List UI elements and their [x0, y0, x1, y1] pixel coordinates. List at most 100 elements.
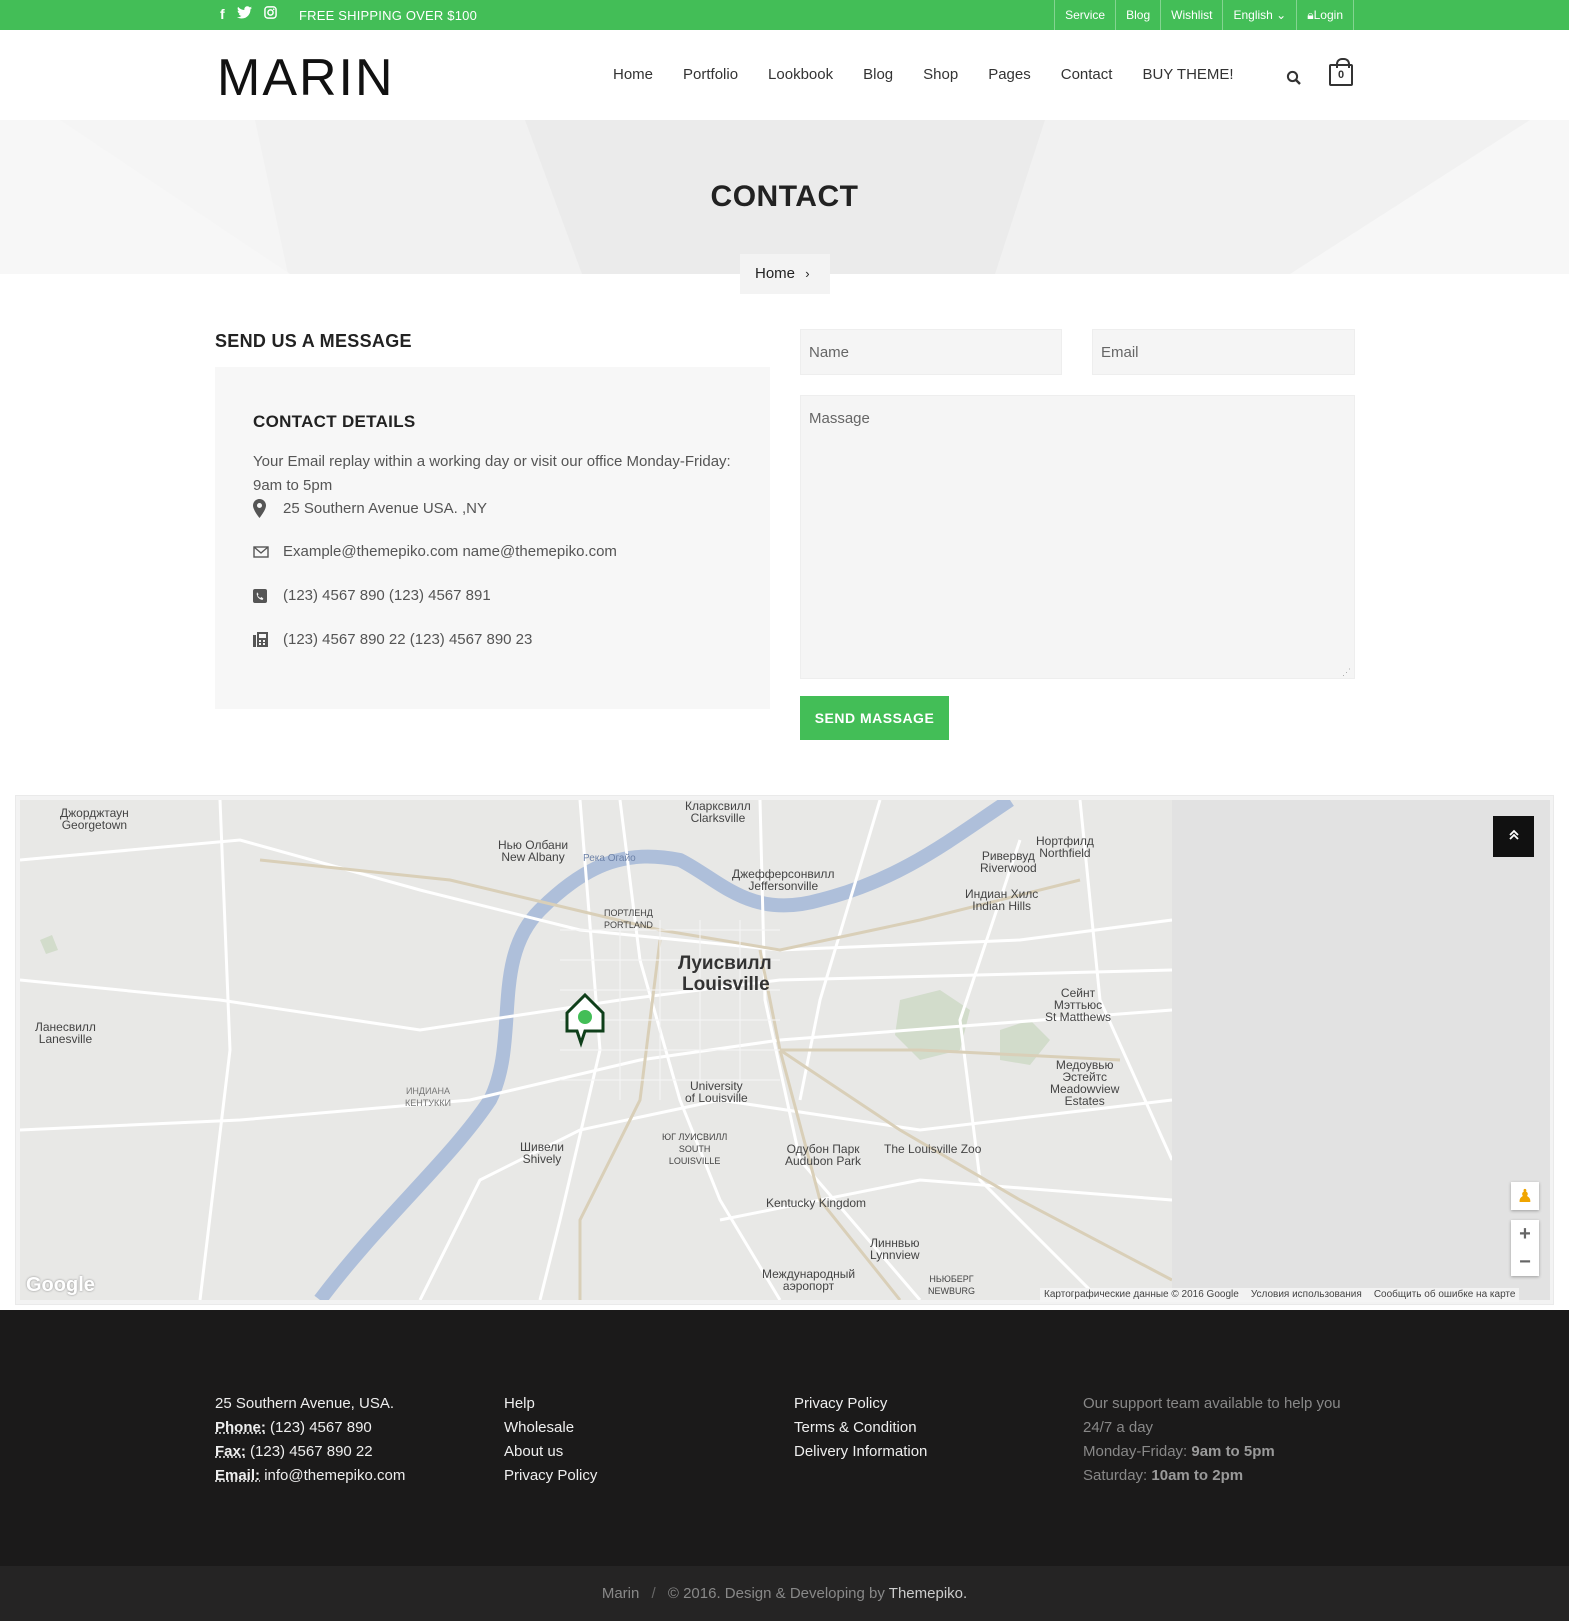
facebook-icon[interactable]: f [220, 6, 225, 22]
contact-details-box: CONTACT DETAILS Your Email replay within… [215, 367, 770, 709]
map-label-riverwood: Ривервуд Riverwood [980, 849, 1037, 875]
weekday-hours: 9am to 5pm [1191, 1443, 1275, 1460]
language-label: English [1233, 8, 1273, 22]
instagram-icon[interactable] [263, 6, 277, 22]
site-header: MARIN Home Portfolio Lookbook Blog Shop … [0, 30, 1569, 120]
map-label-clarksville: Кларксвилл Clarksville [685, 800, 751, 825]
weekday-label: Monday-Friday: [1083, 1443, 1188, 1460]
send-message-button[interactable]: SEND MASSAGE [800, 696, 949, 740]
social-links: f [220, 6, 277, 22]
map-label-northfield: Нортфилд Northfield [1036, 834, 1094, 860]
map-label-newburg: НЬЮБЕРГ NEWBURG [928, 1274, 975, 1296]
footer-link-terms[interactable]: Terms & Condition [794, 1416, 927, 1440]
map-data-credit: Картографические данные © 2016 Google [1044, 1289, 1239, 1300]
map-attribution: Картографические данные © 2016 Google Ус… [1040, 1288, 1520, 1302]
map-label-shively: Шивели Shively [520, 1140, 564, 1166]
map-label-louisville-ru: Луисвилл [678, 953, 772, 974]
nav-buy-theme[interactable]: BUY THEME! [1142, 66, 1233, 83]
back-to-top-button[interactable] [1493, 816, 1534, 857]
street-view-pegman-icon[interactable]: ♟ [1511, 1182, 1539, 1210]
footer-phone-row: Phone: (123) 4567 890 [215, 1416, 405, 1440]
footer-link-privacy[interactable]: Privacy Policy [504, 1464, 597, 1488]
footer-link-privacy-policy[interactable]: Privacy Policy [794, 1392, 927, 1416]
copyright-separator: / [651, 1585, 656, 1602]
saturday-hours: 10am to 2pm [1151, 1467, 1244, 1484]
search-icon[interactable] [1286, 70, 1302, 91]
map-terms-link[interactable]: Условия использования [1251, 1289, 1362, 1301]
nav-pages[interactable]: Pages [988, 66, 1031, 83]
nav-lookbook[interactable]: Lookbook [768, 66, 833, 83]
twitter-icon[interactable] [236, 6, 252, 22]
top-link-wishlist[interactable]: Wishlist [1160, 0, 1222, 30]
footer-fax: (123) 4567 890 22 [250, 1443, 373, 1460]
footer-phone-label: Phone: [215, 1419, 266, 1436]
footer-email-label: Email: [215, 1467, 261, 1484]
fax-icon [253, 632, 283, 647]
send-message-title: SEND US A MESSAGE [215, 331, 412, 351]
footer-fax-label: Fax: [215, 1443, 246, 1460]
footer-link-delivery[interactable]: Delivery Information [794, 1440, 927, 1464]
top-link-blog[interactable]: Blog [1115, 0, 1160, 30]
chevron-down-icon: ⌄ [1276, 8, 1287, 22]
email-field[interactable]: Email [1092, 329, 1355, 375]
contact-intro: Your Email replay within a working day o… [253, 453, 731, 494]
zoom-out-button[interactable]: − [1511, 1248, 1539, 1276]
map-label-georgetown: Джорджтаун Georgetown [60, 806, 129, 832]
contact-phones: (123) 4567 890 (123) 4567 891 [283, 587, 491, 604]
google-logo: Google [26, 1274, 95, 1296]
name-field[interactable]: Name [800, 329, 1062, 375]
footer-link-help[interactable]: Help [504, 1392, 597, 1416]
language-dropdown[interactable]: English ⌄ [1222, 0, 1296, 30]
copyright-author[interactable]: Themepiko. [889, 1585, 967, 1602]
shipping-notice: FREE SHIPPING OVER $100 [299, 8, 477, 23]
cart-button[interactable]: 0 [1329, 58, 1353, 86]
map-label-jeffersonville: Джефферсонвилл Jeffersonville [732, 867, 835, 893]
resize-handle-icon[interactable]: ⋰ [1342, 667, 1351, 678]
copyright-bar: Marin / © 2016. Design & Developing by T… [0, 1566, 1569, 1621]
nav-shop[interactable]: Shop [923, 66, 958, 83]
map-label-university: University of Louisville [685, 1079, 748, 1105]
contact-phone-row: (123) 4567 890 (123) 4567 891 [253, 587, 491, 604]
top-link-service[interactable]: Service [1054, 0, 1115, 30]
contact-fax-row: (123) 4567 890 22 (123) 4567 890 23 [253, 631, 532, 648]
footer-phone: (123) 4567 890 [270, 1419, 372, 1436]
page-banner: CONTACT [0, 120, 1569, 274]
nav-portfolio[interactable]: Portfolio [683, 66, 738, 83]
breadcrumb[interactable]: Home › [740, 254, 830, 294]
map-label-airport: Международный аэропорт [762, 1267, 856, 1293]
footer-email[interactable]: info@themepiko.com [264, 1467, 405, 1484]
copyright-brand[interactable]: Marin [602, 1585, 640, 1602]
login-link[interactable]: 🔒︎Login [1296, 0, 1354, 30]
zoom-in-button[interactable]: + [1511, 1220, 1539, 1248]
map-label-south-louisville: ЮГ ЛУИСВИЛЛ SOUTH LOUISVILLE [662, 1132, 728, 1166]
main-nav: Home Portfolio Lookbook Blog Shop Pages … [613, 66, 1264, 83]
map-zoom-control: + − [1511, 1220, 1539, 1276]
message-field[interactable]: Massage ⋰ [800, 395, 1355, 679]
map-label-lanesville: Ланесвилл Lanesville [35, 1020, 96, 1046]
contact-address: 25 Southern Avenue USA. ,NY [283, 500, 488, 517]
support-text: Our support team available to help you 2… [1083, 1395, 1341, 1436]
map-label-audubon: Одубон Парк Audubon Park [785, 1142, 862, 1168]
map-label-new-albany: Нью Олбани New Albany [498, 838, 569, 864]
footer-address: 25 Southern Avenue, USA. [215, 1395, 395, 1412]
nav-blog[interactable]: Blog [863, 66, 893, 83]
footer-link-wholesale[interactable]: Wholesale [504, 1416, 597, 1440]
nav-home[interactable]: Home [613, 66, 653, 83]
footer-link-about[interactable]: About us [504, 1440, 597, 1464]
site-logo[interactable]: MARIN [217, 48, 395, 108]
support-saturday-row: Saturday: 10am to 2pm [1083, 1464, 1343, 1488]
login-label: Login [1313, 8, 1343, 22]
phone-icon [253, 588, 283, 603]
footer-fax-row: Fax: (123) 4567 890 22 [215, 1440, 405, 1464]
contact-emails[interactable]: Example@themepiko.com name@themepiko.com [283, 543, 617, 560]
map-report-link[interactable]: Сообщить об ошибке на карте [1374, 1289, 1516, 1301]
footer-support: Our support team available to help you 2… [1083, 1392, 1343, 1488]
contact-email-row: Example@themepiko.com name@themepiko.com [253, 543, 617, 560]
map-label-louisville-en: Louisville [682, 974, 770, 995]
nav-contact[interactable]: Contact [1061, 66, 1113, 83]
map-label-river: Река Огайо [583, 853, 636, 864]
breadcrumb-home[interactable]: Home [755, 265, 795, 282]
top-links: Service Blog Wishlist English ⌄ 🔒︎Login [1054, 0, 1354, 30]
map-label-kentucky-kingdom: Kentucky Kingdom [766, 1196, 867, 1210]
google-map[interactable]: Джорджтаун Georgetown Кларксвилл Clarksvil… [20, 800, 1550, 1300]
